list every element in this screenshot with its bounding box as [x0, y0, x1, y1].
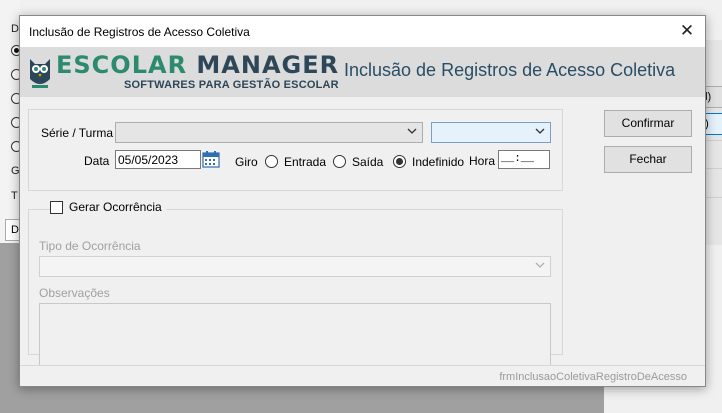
- giro-saida-radio[interactable]: [333, 155, 346, 168]
- observacoes-label: Observações: [39, 286, 110, 300]
- window-title: Inclusão de Registros de Acesso Coletiva: [29, 25, 250, 39]
- logo-name-part2: MANAGER: [196, 51, 340, 79]
- gerar-ocorrencia-toggle[interactable]: Gerar Ocorrência: [50, 200, 166, 216]
- logo-name-part1: ESCOLAR: [56, 51, 188, 79]
- escolar-manager-logo: ESCOLAR MANAGER SOFTWARES PARA GESTÃO ES…: [26, 51, 339, 95]
- giro-entrada-label: Entrada: [284, 155, 327, 169]
- form-name-label: frmInclusaoColetivaRegistroDeAcesso: [499, 371, 687, 383]
- gerar-ocorrencia-checkbox[interactable]: [50, 201, 63, 214]
- background-label-t: T: [11, 190, 18, 202]
- chevron-down-icon: [535, 262, 545, 268]
- giro-label: Giro: [235, 155, 258, 169]
- gerar-ocorrencia-label: Gerar Ocorrência: [69, 200, 162, 214]
- data-input[interactable]: 05/05/2023: [115, 150, 201, 169]
- giro-indefinido-radio[interactable]: [393, 155, 406, 168]
- observacoes-textarea[interactable]: [39, 303, 551, 366]
- footer-divider: [20, 365, 705, 366]
- logo-name: ESCOLAR MANAGER: [56, 51, 339, 79]
- banner-title: Inclusão de Registros de Acesso Coletiva: [344, 60, 676, 80]
- hora-label: Hora: [469, 154, 496, 168]
- logo-subtitle: SOFTWARES PARA GESTÃO ESCOLAR: [124, 79, 339, 91]
- giro-entrada-radio[interactable]: [265, 155, 278, 168]
- serie-select[interactable]: [115, 122, 423, 143]
- close-icon[interactable]: ✕: [677, 21, 697, 41]
- hora-input[interactable]: __:__: [498, 150, 550, 169]
- giro-indefinido-label: Indefinido: [412, 155, 465, 169]
- registro-group: Série / Turma Data 05/05/2023 Giro Entra…: [28, 109, 563, 191]
- header-banner: ESCOLAR MANAGER SOFTWARES PARA GESTÃO ES…: [20, 47, 705, 97]
- ocorrencia-group: Tipo de Ocorrência Observações: [28, 209, 563, 366]
- owl-logo-icon: [30, 59, 50, 88]
- data-label: Data: [84, 154, 110, 168]
- confirm-button[interactable]: Confirmar: [604, 110, 692, 137]
- giro-saida-label: Saída: [352, 155, 384, 169]
- background-label-d: D: [11, 23, 19, 35]
- serie-turma-label: Série / Turma: [41, 126, 114, 140]
- calendar-icon[interactable]: [202, 150, 220, 168]
- chevron-down-icon: [535, 128, 545, 134]
- close-button[interactable]: Fechar: [604, 146, 692, 173]
- tipo-ocorrencia-label: Tipo de Ocorrência: [39, 239, 141, 253]
- turma-select[interactable]: [431, 122, 551, 143]
- chevron-down-icon: [407, 128, 417, 134]
- title-bar: Inclusão de Registros de Acesso Coletiva…: [20, 16, 705, 47]
- inclusao-registros-dialog: Inclusão de Registros de Acesso Coletiva…: [19, 15, 706, 387]
- tipo-ocorrencia-select[interactable]: [39, 256, 551, 277]
